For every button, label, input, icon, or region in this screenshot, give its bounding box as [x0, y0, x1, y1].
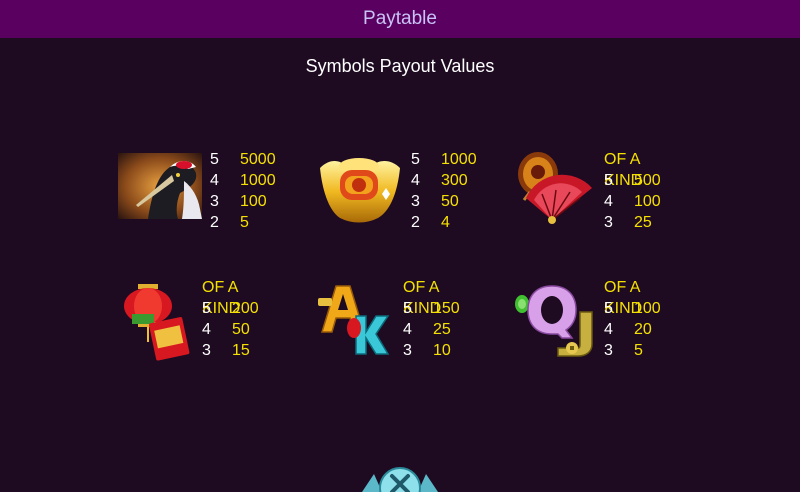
paytable-header: Paytable	[0, 0, 800, 38]
match-count: 4	[604, 193, 613, 210]
crane-icon	[118, 153, 202, 219]
match-count: 5	[403, 300, 412, 317]
match-count: 5	[210, 151, 219, 168]
payout-row: 4 20	[604, 319, 661, 340]
payout-row: 3 100	[210, 191, 276, 212]
payout-value: 5	[634, 342, 643, 359]
payout-row: 5 100	[604, 298, 661, 319]
close-button[interactable]	[358, 462, 442, 492]
payout-row: 5 500	[604, 170, 661, 191]
payout-value: 500	[634, 172, 661, 189]
payout-value: 15	[232, 342, 250, 359]
match-count: 3	[403, 342, 412, 359]
match-count: 3	[604, 214, 613, 231]
of-a-kind-label: OF A KIND	[403, 279, 442, 317]
payout-row: 3 50	[411, 191, 477, 212]
match-count: 4	[403, 321, 412, 338]
payout-row: 4 100	[604, 191, 661, 212]
match-count: 5	[202, 300, 211, 317]
match-count: 4	[210, 172, 219, 189]
payout-value: 25	[433, 321, 451, 338]
payout-value: 20	[634, 321, 652, 338]
drum-fan-icon	[518, 152, 592, 224]
payout-value: 300	[441, 172, 468, 189]
match-count: 3	[411, 193, 420, 210]
match-count: 5	[604, 300, 613, 317]
payout-row: 5 200	[202, 298, 259, 319]
payout-row: 3 15	[202, 340, 259, 361]
payout-value: 150	[433, 300, 460, 317]
payout-value: 100	[634, 300, 661, 317]
match-count: 5	[604, 172, 613, 189]
payout-value: 200	[232, 300, 259, 317]
payout-value: 1000	[441, 151, 477, 168]
payout-value: 5000	[240, 151, 276, 168]
of-a-kind-label: OF A KIND	[604, 279, 643, 317]
page-title: Paytable	[363, 8, 437, 29]
lantern-envelope-icon	[124, 284, 190, 361]
payout-row: 24	[411, 212, 477, 233]
payout-row: 5 5000	[210, 149, 276, 170]
payout-row: 4 25	[403, 319, 460, 340]
payout-row: 5 150	[403, 298, 460, 319]
payout-row: 25	[210, 212, 276, 233]
payout-row: 4 50	[202, 319, 259, 340]
payout-row: 35	[604, 340, 661, 361]
payout-value: 4	[441, 214, 450, 231]
match-count: 4	[202, 321, 211, 338]
match-count: 3	[210, 193, 219, 210]
payout-row: 4 1000	[210, 170, 276, 191]
gold-ingot-icon	[320, 158, 400, 223]
match-count: 2	[210, 214, 219, 231]
of-a-kind-label: OF A KIND	[202, 279, 241, 317]
section-subtitle: Symbols Payout Values	[305, 56, 495, 76]
payout-row: 3 25	[604, 212, 661, 233]
letters-q-j-icon	[515, 285, 593, 357]
match-count: 4	[411, 172, 420, 189]
payout-value: 100	[240, 193, 267, 210]
payout-row: 3 10	[403, 340, 460, 361]
of-a-kind-label: OF A KIND	[604, 151, 643, 189]
payout-value: 50	[232, 321, 250, 338]
match-count: 4	[604, 321, 613, 338]
payout-value: 25	[634, 214, 652, 231]
payout-row: 5 1000	[411, 149, 477, 170]
payout-value: 100	[634, 193, 661, 210]
payout-value: 10	[433, 342, 451, 359]
match-count: 3	[604, 342, 613, 359]
match-count: 3	[202, 342, 211, 359]
match-count: 5	[411, 151, 420, 168]
payout-row: 4 300	[411, 170, 477, 191]
payout-value: 1000	[240, 172, 276, 189]
match-count: 2	[411, 214, 420, 231]
letters-a-k-icon	[318, 285, 390, 355]
payout-value: 5	[240, 214, 249, 231]
payout-value: 50	[441, 193, 459, 210]
